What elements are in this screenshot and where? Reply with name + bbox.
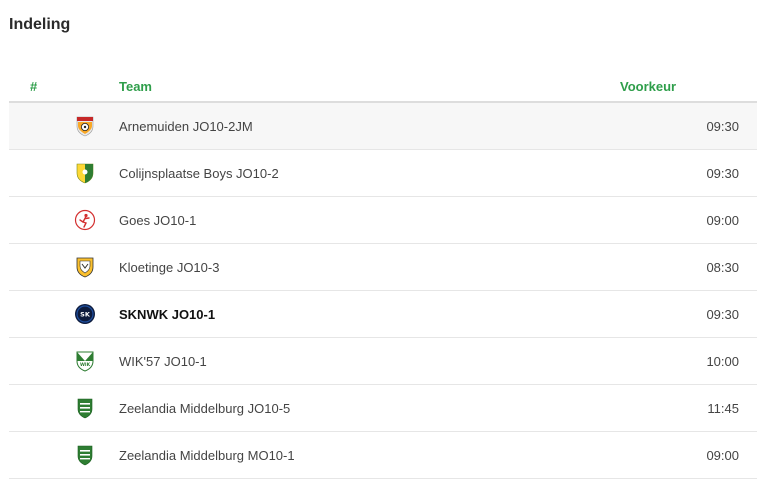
goes-logo-icon [74, 209, 96, 231]
team-name[interactable]: Colijnsplaatse Boys JO10-2 [119, 166, 279, 181]
table-row[interactable]: WIK WIK'57 JO10-1 10:00 [9, 338, 757, 385]
preference-time: 09:30 [706, 119, 739, 134]
team-name[interactable]: WIK'57 JO10-1 [119, 354, 207, 369]
header-team[interactable]: Team [119, 79, 152, 94]
team-name[interactable]: Kloetinge JO10-3 [119, 260, 219, 275]
preference-time: 08:30 [706, 260, 739, 275]
preference-time: 09:00 [706, 448, 739, 463]
preference-time: 11:45 [707, 401, 739, 416]
preference-time: 10:00 [706, 354, 739, 369]
team-name[interactable]: SKNWK JO10-1 [119, 307, 215, 322]
zeelandia-logo-icon [74, 397, 96, 419]
kloetinge-logo-icon [74, 256, 96, 278]
wik57-logo-icon: WIK [74, 350, 96, 372]
preference-time: 09:30 [706, 307, 739, 322]
table-row[interactable]: Kloetinge JO10-3 08:30 [9, 244, 757, 291]
team-name[interactable]: Zeelandia Middelburg MO10-1 [119, 448, 295, 463]
svg-text:WIK: WIK [80, 362, 91, 368]
standings-table: # Team Voorkeur Arnemuiden JO10-2JM 09:3… [9, 70, 757, 479]
page-title: Indeling [9, 16, 71, 33]
table-row[interactable]: Zeelandia Middelburg JO10-5 11:45 [9, 385, 757, 432]
table-row[interactable]: Arnemuiden JO10-2JM 09:30 [9, 103, 757, 150]
table-row[interactable]: Goes JO10-1 09:00 [9, 197, 757, 244]
preference-time: 09:00 [706, 213, 739, 228]
header-number: # [30, 79, 38, 94]
preference-time: 09:30 [706, 166, 739, 181]
table-row[interactable]: Colijnsplaatse Boys JO10-2 09:30 [9, 150, 757, 197]
team-name[interactable]: Arnemuiden JO10-2JM [119, 119, 253, 134]
table-row[interactable]: Zeelandia Middelburg MO10-1 09:00 [9, 432, 757, 479]
table-header: # Team Voorkeur [9, 70, 757, 103]
header-preference[interactable]: Voorkeur [620, 79, 676, 94]
arnemuiden-logo-icon [74, 115, 96, 137]
team-name[interactable]: Goes JO10-1 [119, 213, 196, 228]
colijnsplaatse-boys-logo-icon [74, 162, 96, 184]
sknwk-logo-icon: SK [74, 303, 96, 325]
table-row[interactable]: SK SKNWK JO10-1 09:30 [9, 291, 757, 338]
team-name[interactable]: Zeelandia Middelburg JO10-5 [119, 401, 290, 416]
svg-text:SK: SK [80, 311, 91, 319]
zeelandia-logo-icon [74, 444, 96, 466]
